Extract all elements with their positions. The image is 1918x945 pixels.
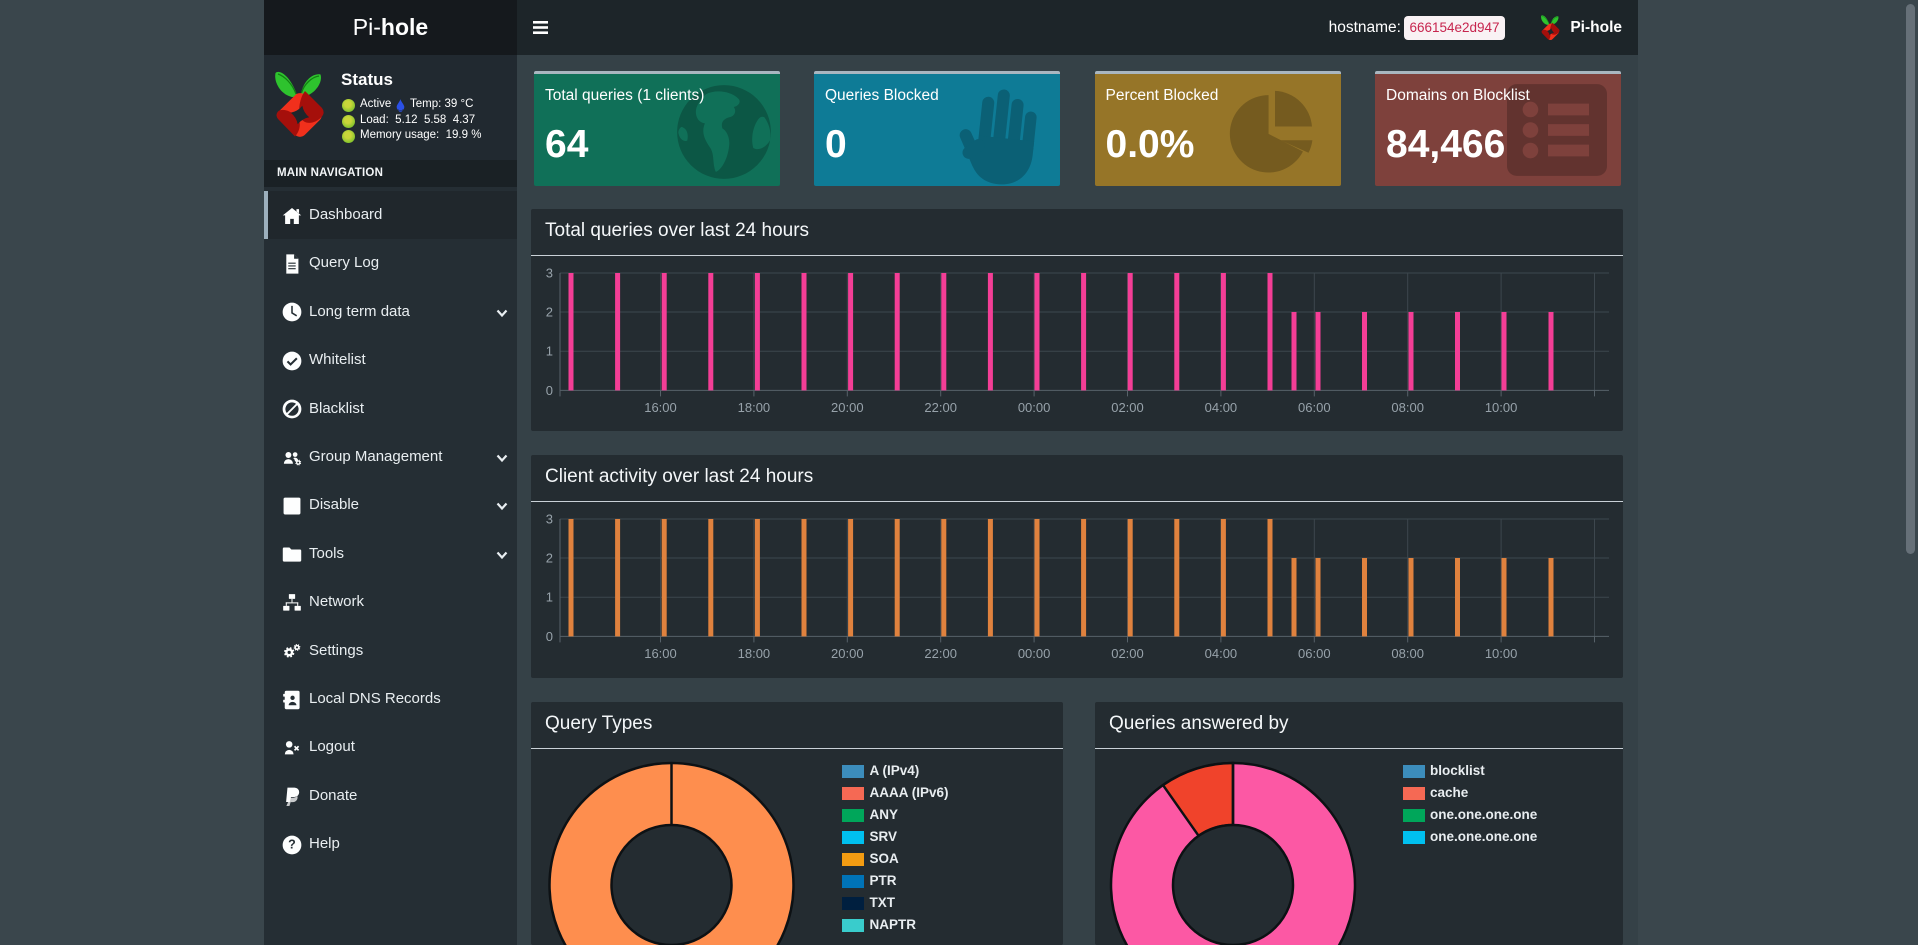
- svg-text:18:00: 18:00: [738, 646, 771, 661]
- svg-text:08:00: 08:00: [1391, 646, 1424, 661]
- svg-text:20:00: 20:00: [831, 646, 864, 661]
- svg-text:3: 3: [546, 512, 553, 527]
- svg-text:04:00: 04:00: [1205, 400, 1238, 415]
- svg-text:10:00: 10:00: [1485, 400, 1518, 415]
- svg-text:2: 2: [546, 551, 553, 566]
- svg-text:08:00: 08:00: [1391, 400, 1424, 415]
- svg-text:16:00: 16:00: [644, 400, 677, 415]
- svg-text:20:00: 20:00: [831, 400, 864, 415]
- svg-text:1: 1: [546, 344, 553, 359]
- svg-text:1: 1: [546, 590, 553, 605]
- svg-text:22:00: 22:00: [924, 400, 957, 415]
- svg-text:0: 0: [546, 383, 553, 398]
- svg-text:0: 0: [546, 629, 553, 644]
- svg-text:22:00: 22:00: [924, 646, 957, 661]
- svg-text:18:00: 18:00: [738, 400, 771, 415]
- svg-text:3: 3: [546, 266, 553, 281]
- svg-text:00:00: 00:00: [1018, 400, 1051, 415]
- svg-text:04:00: 04:00: [1205, 646, 1238, 661]
- svg-text:02:00: 02:00: [1111, 400, 1144, 415]
- svg-text:00:00: 00:00: [1018, 646, 1051, 661]
- svg-text:?: ?: [288, 837, 296, 851]
- svg-text:10:00: 10:00: [1485, 646, 1518, 661]
- svg-text:02:00: 02:00: [1111, 646, 1144, 661]
- svg-text:06:00: 06:00: [1298, 400, 1331, 415]
- svg-text:06:00: 06:00: [1298, 646, 1331, 661]
- svg-text:16:00: 16:00: [644, 646, 677, 661]
- svg-text:2: 2: [546, 305, 553, 320]
